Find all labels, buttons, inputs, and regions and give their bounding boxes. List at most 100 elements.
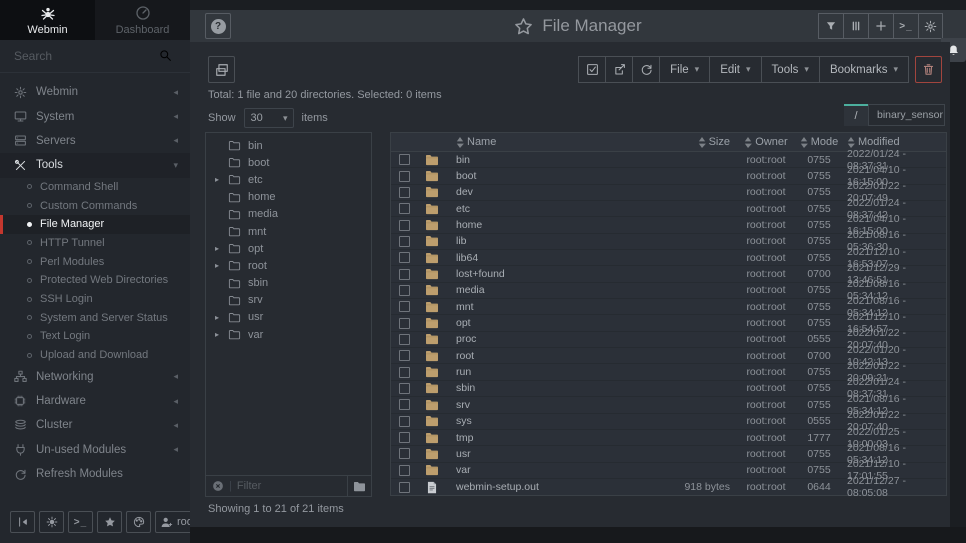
file-name[interactable]: dev — [447, 186, 626, 198]
path-root-button[interactable]: / — [844, 104, 868, 126]
sidebar-item-system-and-server-status[interactable]: System and Server Status — [0, 308, 190, 327]
menu-tools[interactable]: Tools▾ — [761, 56, 819, 83]
row-checkbox[interactable] — [399, 416, 410, 427]
file-name[interactable]: lib64 — [447, 252, 626, 264]
add-tab-button[interactable] — [868, 13, 893, 39]
file-name[interactable]: proc — [447, 333, 626, 345]
row-checkbox[interactable] — [399, 269, 410, 280]
sidebar-item-command-shell[interactable]: Command Shell — [0, 178, 190, 197]
favorite-star-icon[interactable] — [514, 17, 533, 36]
tree-item-var[interactable]: ▸var — [206, 326, 371, 343]
sidebar-item-networking[interactable]: Networking◂ — [0, 364, 190, 388]
sidebar-item-cluster[interactable]: Cluster◂ — [0, 413, 190, 437]
column-header-modified[interactable]: Modified — [842, 136, 946, 148]
sidebar-item-http-tunnel[interactable]: HTTP Tunnel — [0, 234, 190, 253]
tree-item-sbin[interactable]: sbin — [206, 275, 371, 292]
sidebar-item-ssh-login[interactable]: SSH Login — [0, 290, 190, 309]
row-checkbox[interactable] — [399, 432, 410, 443]
row-checkbox[interactable] — [399, 448, 410, 459]
menu-file[interactable]: File▾ — [659, 56, 709, 83]
palette-button[interactable] — [126, 511, 151, 533]
row-checkbox[interactable] — [399, 236, 410, 247]
column-header-mode[interactable]: Mode — [796, 136, 842, 148]
file-name[interactable]: mnt — [447, 301, 626, 313]
sidebar-item-system[interactable]: System◂ — [0, 104, 190, 128]
duplicate-window-button[interactable] — [208, 56, 235, 83]
tree-item-home[interactable]: home — [206, 189, 371, 206]
tree-item-root[interactable]: ▸root — [206, 257, 371, 274]
caret-right-icon[interactable]: ▸ — [215, 244, 219, 253]
file-name[interactable]: lib — [447, 235, 626, 247]
tree-folder-button[interactable] — [347, 476, 371, 496]
theme-toggle-button[interactable] — [39, 511, 64, 533]
file-name[interactable]: tmp — [447, 432, 626, 444]
file-name[interactable]: usr — [447, 448, 626, 460]
caret-right-icon[interactable]: ▸ — [215, 313, 219, 322]
sidebar-item-custom-commands[interactable]: Custom Commands — [0, 196, 190, 215]
file-name[interactable]: webmin-setup.out — [447, 481, 626, 493]
sidebar-item-file-manager[interactable]: File Manager — [0, 215, 190, 234]
sidebar-item-upload-and-download[interactable]: Upload and Download — [0, 346, 190, 365]
sidebar-item-servers[interactable]: Servers◂ — [0, 129, 190, 153]
row-checkbox[interactable] — [399, 367, 410, 378]
row-checkbox[interactable] — [399, 350, 410, 361]
row-checkbox[interactable] — [399, 383, 410, 394]
terminal-button[interactable]: >_ — [68, 511, 93, 533]
file-name[interactable]: lost+found — [447, 268, 626, 280]
tab-webmin[interactable]: Webmin — [0, 0, 95, 40]
file-name[interactable]: sys — [447, 415, 626, 427]
file-name[interactable]: bin — [447, 154, 626, 166]
sidebar-item-webmin[interactable]: Webmin◂ — [0, 80, 190, 104]
columns-button[interactable] — [843, 13, 868, 39]
settings-button[interactable] — [918, 13, 943, 39]
path-search-input[interactable]: binary_sensor — [868, 104, 945, 126]
tree-item-bin[interactable]: bin — [206, 137, 371, 154]
file-name[interactable]: boot — [447, 170, 626, 182]
tab-dashboard[interactable]: Dashboard — [95, 0, 190, 40]
file-name[interactable]: var — [447, 464, 626, 476]
tree-item-media[interactable]: media — [206, 206, 371, 223]
table-row-webmin-setup.out[interactable]: webmin-setup.out918 bytesroot:root064420… — [391, 479, 946, 495]
shell-button[interactable]: >_ — [893, 13, 918, 39]
export-button[interactable] — [605, 56, 632, 83]
file-name[interactable]: root — [447, 350, 626, 362]
row-checkbox[interactable] — [399, 482, 410, 493]
tree-item-etc[interactable]: ▸etc — [206, 171, 371, 188]
filter-button[interactable] — [818, 13, 843, 39]
caret-right-icon[interactable]: ▸ — [215, 175, 219, 184]
row-checkbox[interactable] — [399, 334, 410, 345]
sidebar-item-text-login[interactable]: Text Login — [0, 327, 190, 346]
file-name[interactable]: media — [447, 284, 626, 296]
sidebar-item-refresh-modules[interactable]: Refresh Modules — [0, 462, 190, 486]
row-checkbox[interactable] — [399, 399, 410, 410]
favorites-button[interactable] — [97, 511, 122, 533]
file-name[interactable]: opt — [447, 317, 626, 329]
row-checkbox[interactable] — [399, 318, 410, 329]
row-checkbox[interactable] — [399, 285, 410, 296]
sidebar-search[interactable]: Search — [0, 40, 190, 73]
sidebar-item-un-used-modules[interactable]: Un-used Modules◂ — [0, 438, 190, 462]
sidebar-item-hardware[interactable]: Hardware◂ — [0, 389, 190, 413]
row-checkbox[interactable] — [399, 465, 410, 476]
row-checkbox[interactable] — [399, 171, 410, 182]
sidebar-item-protected-web-directories[interactable]: Protected Web Directories — [0, 271, 190, 290]
column-header-size[interactable]: Size — [626, 136, 736, 148]
row-checkbox[interactable] — [399, 187, 410, 198]
row-checkbox[interactable] — [399, 203, 410, 214]
caret-right-icon[interactable]: ▸ — [215, 330, 219, 339]
menu-edit[interactable]: Edit▾ — [709, 56, 760, 83]
clear-filter-icon[interactable] — [212, 480, 224, 492]
tree-item-opt[interactable]: ▸opt — [206, 240, 371, 257]
tree-item-boot[interactable]: boot — [206, 154, 371, 171]
tree-item-mnt[interactable]: mnt — [206, 223, 371, 240]
row-checkbox[interactable] — [399, 220, 410, 231]
column-header-name[interactable]: Name — [447, 136, 626, 148]
tree-filter-input[interactable]: Filter — [237, 480, 347, 492]
select-all-button[interactable] — [578, 56, 605, 83]
row-checkbox[interactable] — [399, 154, 410, 165]
row-checkbox[interactable] — [399, 252, 410, 263]
file-name[interactable]: etc — [447, 203, 626, 215]
menu-bookmarks[interactable]: Bookmarks▾ — [819, 56, 909, 83]
help-button[interactable]: ? — [205, 13, 231, 39]
tree-item-usr[interactable]: ▸usr — [206, 309, 371, 326]
